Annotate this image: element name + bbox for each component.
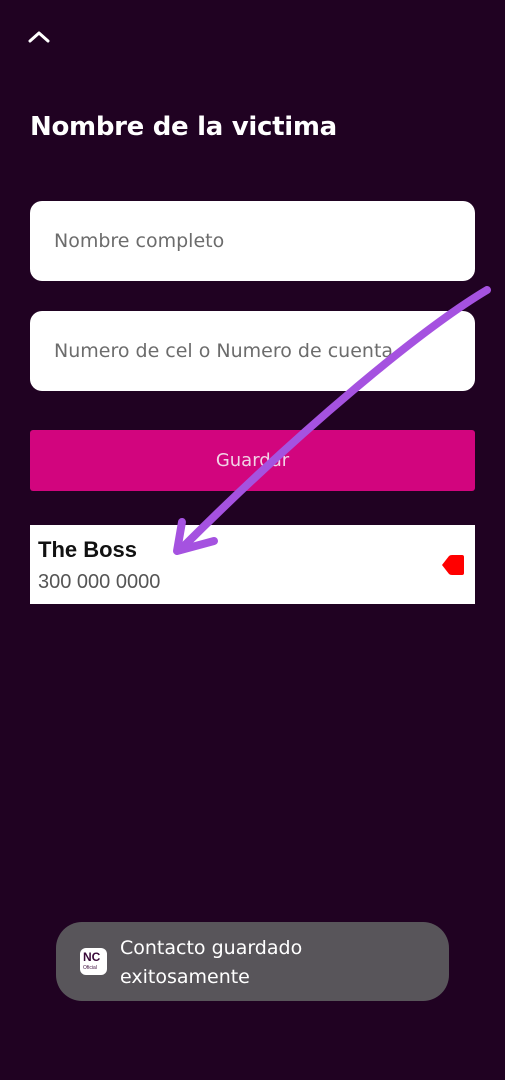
toast-notification: NC Oficial Contacto guardado exitosament… (56, 922, 449, 1001)
contact-list-item[interactable]: The Boss 300 000 0000 (30, 525, 475, 604)
toast-message-line1: Contacto guardado (120, 937, 303, 959)
toast-message-line2: exitosamente (120, 966, 250, 988)
contact-name: The Boss (38, 537, 138, 562)
page-title: Nombre de la victima (30, 112, 337, 142)
full-name-input[interactable] (30, 201, 475, 281)
chevron-up-icon (28, 31, 50, 43)
delete-tag-icon[interactable] (442, 555, 464, 575)
app-logo-text: NC (83, 950, 101, 964)
save-button[interactable]: Guardar (30, 430, 475, 491)
app-logo-icon: NC Oficial (80, 948, 107, 975)
phone-or-account-input[interactable] (30, 311, 475, 391)
app-logo-subtext: Oficial (83, 965, 97, 971)
contact-number: 300 000 0000 (38, 571, 161, 593)
back-button[interactable] (24, 24, 54, 48)
toast-message: Contacto guardado exitosamente (120, 934, 430, 992)
